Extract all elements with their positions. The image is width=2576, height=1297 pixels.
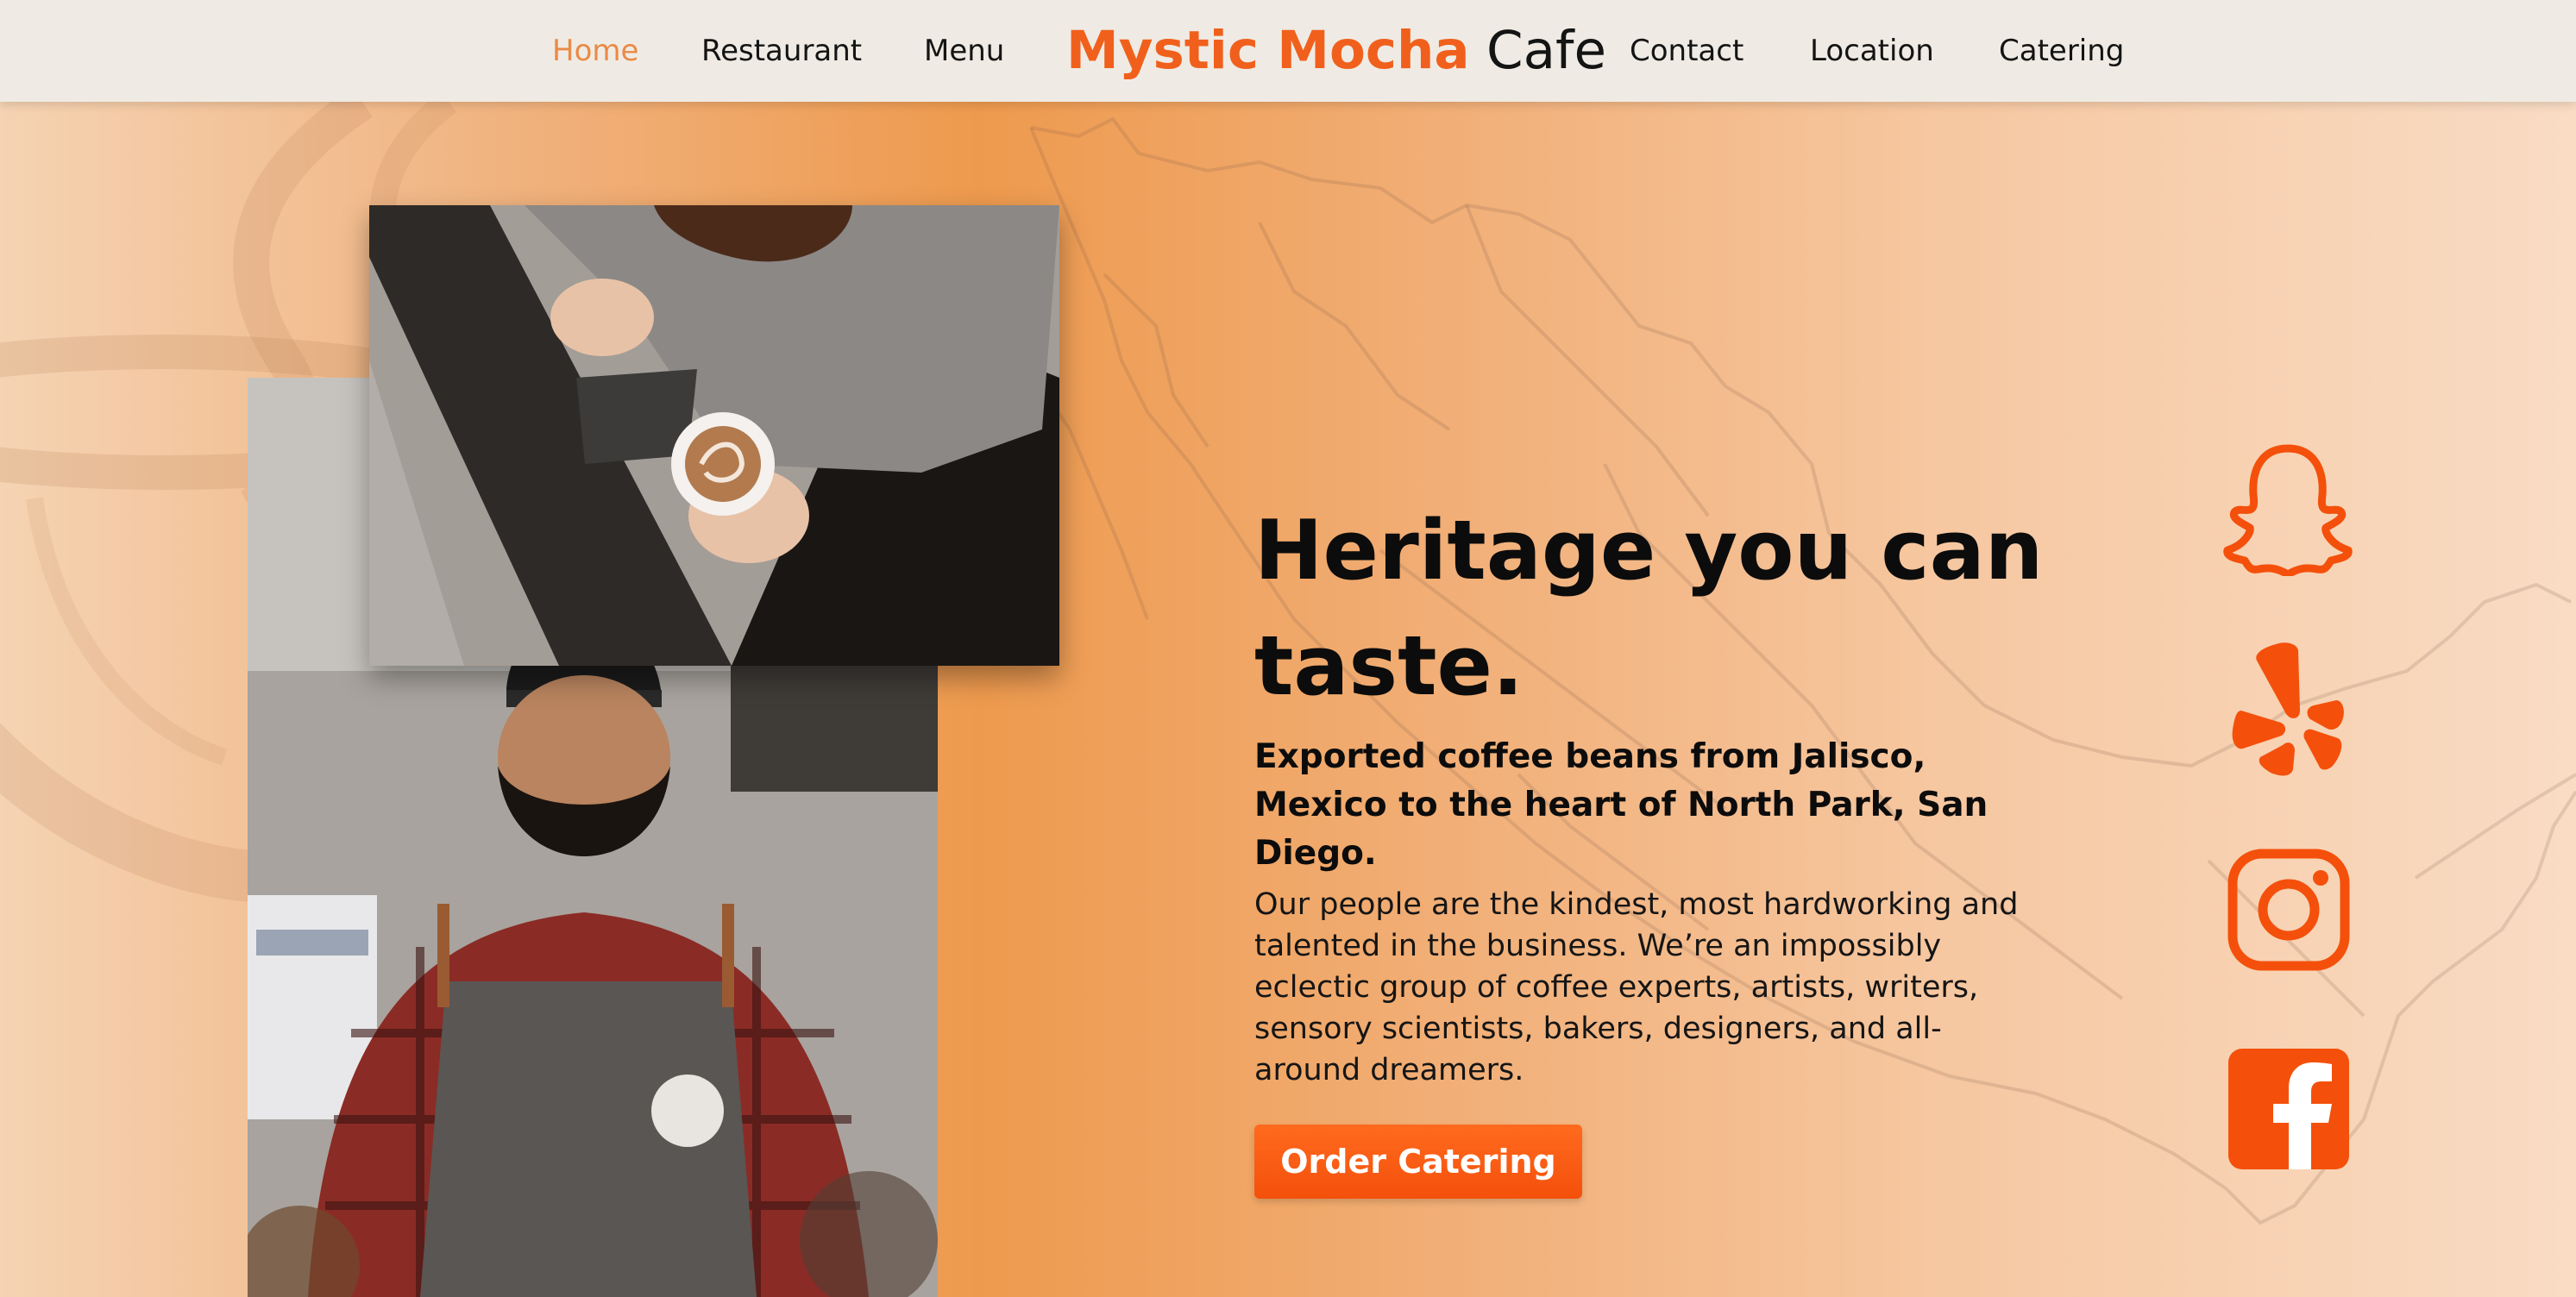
order-catering-button[interactable]: Order Catering	[1254, 1125, 1582, 1199]
yelp-icon[interactable]	[2231, 640, 2345, 778]
snapchat-icon[interactable]	[2221, 442, 2355, 576]
nav-contact[interactable]: Contact	[1630, 26, 1744, 76]
nav-home[interactable]: Home	[552, 26, 638, 76]
facebook-icon[interactable]	[2228, 1049, 2349, 1169]
top-nav: Home Restaurant Menu Mystic Mocha Cafe C…	[0, 0, 2576, 102]
hero-subtitle: Exported coffee beans from Jalisco, Mexi…	[1254, 737, 1989, 873]
instagram-icon[interactable]	[2227, 849, 2350, 971]
nav-catering[interactable]: Catering	[1999, 26, 2124, 76]
brand-suffix: Cafe	[1486, 20, 1606, 81]
hero-body-text: Our people are the kindest, most hardwor…	[1254, 887, 2019, 1087]
nav-restaurant[interactable]: Restaurant	[701, 26, 862, 76]
hero-title: Heritage you can taste.	[1254, 504, 2044, 714]
nav-location[interactable]: Location	[1810, 26, 1934, 76]
nav-menu[interactable]: Menu	[924, 26, 1004, 76]
latte-art-photo	[369, 205, 1059, 666]
brand-name: Mystic Mocha	[1066, 20, 1470, 81]
brand-logo[interactable]: Mystic Mocha Cafe	[1066, 14, 1606, 88]
